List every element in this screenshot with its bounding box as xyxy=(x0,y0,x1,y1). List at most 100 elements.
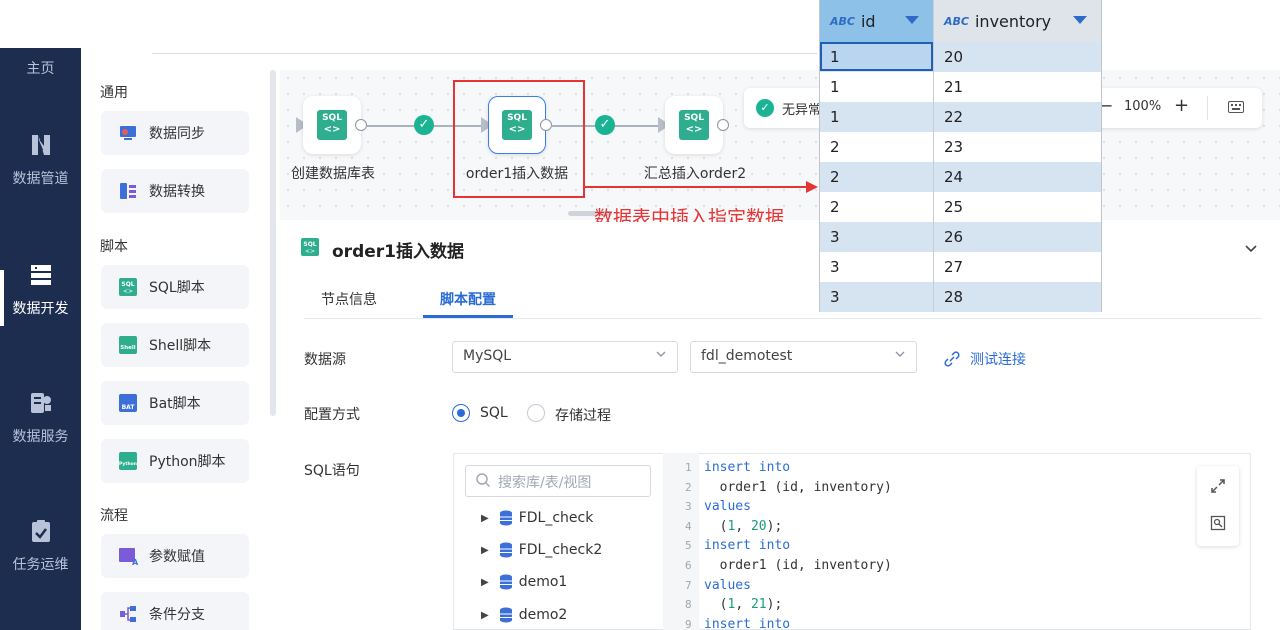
nav-item-ops[interactable]: 任务运维 xyxy=(0,518,81,574)
tab-node-info[interactable]: 节点信息 xyxy=(321,289,377,309)
radio-stored-proc[interactable] xyxy=(527,404,545,422)
node-summary-order2[interactable]: SQL <> xyxy=(665,96,723,154)
svg-text:SQL: SQL xyxy=(121,281,134,288)
palette-item-bat[interactable]: BAT Bat脚本 xyxy=(101,381,249,425)
palette-item-data-transform[interactable]: 数据转换 xyxy=(101,169,249,213)
nav-item-service[interactable]: 数据服务 xyxy=(0,390,81,446)
cell-id: 2 xyxy=(830,198,840,216)
pipeline-icon xyxy=(31,135,50,155)
radio-sql[interactable] xyxy=(452,404,470,422)
tree-item[interactable]: ▶ demo1 xyxy=(481,574,567,590)
service-icon xyxy=(30,393,51,413)
radio-stored-proc-label: 存储过程 xyxy=(555,408,611,424)
palette-item-data-sync[interactable]: 数据同步 xyxy=(101,111,249,155)
table-row[interactable]: 2 23 xyxy=(820,132,1101,162)
node-output-port[interactable] xyxy=(355,119,367,131)
radio-sql-label: SQL xyxy=(480,405,508,421)
table-row[interactable]: 2 24 xyxy=(820,162,1101,192)
cell-id: 2 xyxy=(830,138,840,156)
table-row[interactable]: 3 26 xyxy=(820,222,1101,252)
column-divider xyxy=(933,0,934,312)
node-output-port[interactable] xyxy=(717,119,729,131)
selected-cell[interactable]: 1 xyxy=(820,42,933,71)
palette-item-python[interactable]: Python Python脚本 xyxy=(101,439,249,483)
tab-script-config[interactable]: 脚本配置 xyxy=(440,289,496,309)
tree-item[interactable]: ▶ FDL_check2 xyxy=(481,542,602,558)
cell-inventory: 27 xyxy=(944,258,964,276)
collapse-chevron-icon[interactable] xyxy=(1243,240,1259,260)
dev-icon xyxy=(30,265,51,285)
nav-home-label: 主页 xyxy=(26,61,55,77)
palette-section-general: 通用 xyxy=(100,85,128,101)
cell-inventory: 28 xyxy=(944,288,964,306)
column-header-id[interactable]: ABC id xyxy=(820,0,933,42)
preview-icon[interactable] xyxy=(1210,515,1226,535)
sort-dropdown-icon[interactable] xyxy=(1073,16,1087,24)
sql-keyword: insert into xyxy=(704,538,791,554)
nav-item-label: 任务运维 xyxy=(12,557,69,573)
caret-right-icon: ▶ xyxy=(481,609,489,621)
nav-item-dev[interactable]: 数据开发 xyxy=(0,262,81,318)
palette-section-flow: 流程 xyxy=(100,508,128,524)
palette-item-label: Shell脚本 xyxy=(149,338,212,354)
svg-text:A: A xyxy=(132,558,138,566)
annotation-arrow-line xyxy=(585,186,810,188)
sql-keyword: values xyxy=(704,499,751,515)
cell-id: 3 xyxy=(830,258,840,276)
sql-keyword: insert into xyxy=(704,460,791,475)
table-row[interactable]: 3 28 xyxy=(820,282,1101,312)
sql-keyword: values xyxy=(704,577,751,593)
code-line: 2 order1 (id, inventory) xyxy=(685,480,892,495)
caret-right-icon: ▶ xyxy=(481,576,489,588)
cell-inventory: 26 xyxy=(944,228,964,246)
nav-item-pipeline[interactable]: 数据管道 xyxy=(0,132,81,188)
zoom-in-icon[interactable]: + xyxy=(1174,95,1189,116)
table-row[interactable]: 3 27 xyxy=(820,252,1101,282)
sql-node-icon: SQL <> xyxy=(317,110,347,140)
config-mode-label: 配置方式 xyxy=(304,407,360,423)
param-assign-icon: A xyxy=(117,545,139,567)
nav-item-label: 数据管道 xyxy=(12,171,69,187)
code-line: 4 (1, 20); xyxy=(685,519,782,534)
cell-id: 1 xyxy=(830,78,840,96)
cell-inventory: 21 xyxy=(944,78,964,96)
cell-inventory: 20 xyxy=(944,48,964,66)
tree-item[interactable]: ▶ demo2 xyxy=(481,607,567,623)
select-value: MySQL xyxy=(463,348,512,364)
datasource-type-select[interactable]: MySQL xyxy=(452,341,678,373)
table-row[interactable]: 1 21 xyxy=(820,72,1101,102)
line-number: 7 xyxy=(685,578,692,592)
code-text: order1 (id, inventory) xyxy=(704,479,892,495)
datasource-db-select[interactable]: fdl_demotest xyxy=(690,341,917,373)
left-nav: 主页 数据管道 数据开发 数据服务 任务运维 xyxy=(0,0,81,630)
svg-text:Shell: Shell xyxy=(120,345,135,351)
tree-item[interactable]: ▶ FDL_check xyxy=(481,510,593,526)
palette-item-branch[interactable]: 条件分支 xyxy=(101,592,249,630)
palette-scrollbar[interactable] xyxy=(270,70,276,416)
code-text: order1 (id, inventory) xyxy=(704,558,892,573)
palette-item-shell[interactable]: Shell Shell脚本 xyxy=(101,323,249,367)
line-number: 6 xyxy=(685,559,692,572)
database-icon xyxy=(499,574,512,590)
line-number: 1 xyxy=(685,461,692,474)
column-header-inventory[interactable]: ABC inventory xyxy=(934,0,1101,42)
toolbar-divider xyxy=(1207,96,1208,120)
column-header-label: inventory xyxy=(974,11,1052,31)
string-type-icon: ABC xyxy=(944,14,969,28)
keyboard-icon[interactable] xyxy=(1228,101,1244,117)
table-row[interactable]: 2 25 xyxy=(820,192,1101,222)
test-connection-link[interactable]: 测试连接 xyxy=(944,349,1026,369)
palette-item-sql[interactable]: SQL <> SQL脚本 xyxy=(101,265,249,309)
zoom-out-icon[interactable]: − xyxy=(1100,96,1113,115)
node-label: 汇总插入order2 xyxy=(643,166,747,182)
run-status-pill[interactable]: ✓ 无异常 xyxy=(744,88,824,128)
palette-item-param[interactable]: A 参数赋值 xyxy=(101,534,249,578)
sort-dropdown-icon[interactable] xyxy=(905,16,919,24)
schema-search-input[interactable]: 搜索库/表/视图 xyxy=(465,465,651,497)
python-script-icon: Python xyxy=(117,450,139,472)
code-line: 1 insert into xyxy=(685,460,790,475)
expand-icon[interactable] xyxy=(1210,478,1226,498)
nav-home[interactable]: 主页 xyxy=(0,58,81,78)
table-row[interactable]: 1 22 xyxy=(820,102,1101,132)
node-create-table[interactable]: SQL <> xyxy=(303,96,361,154)
